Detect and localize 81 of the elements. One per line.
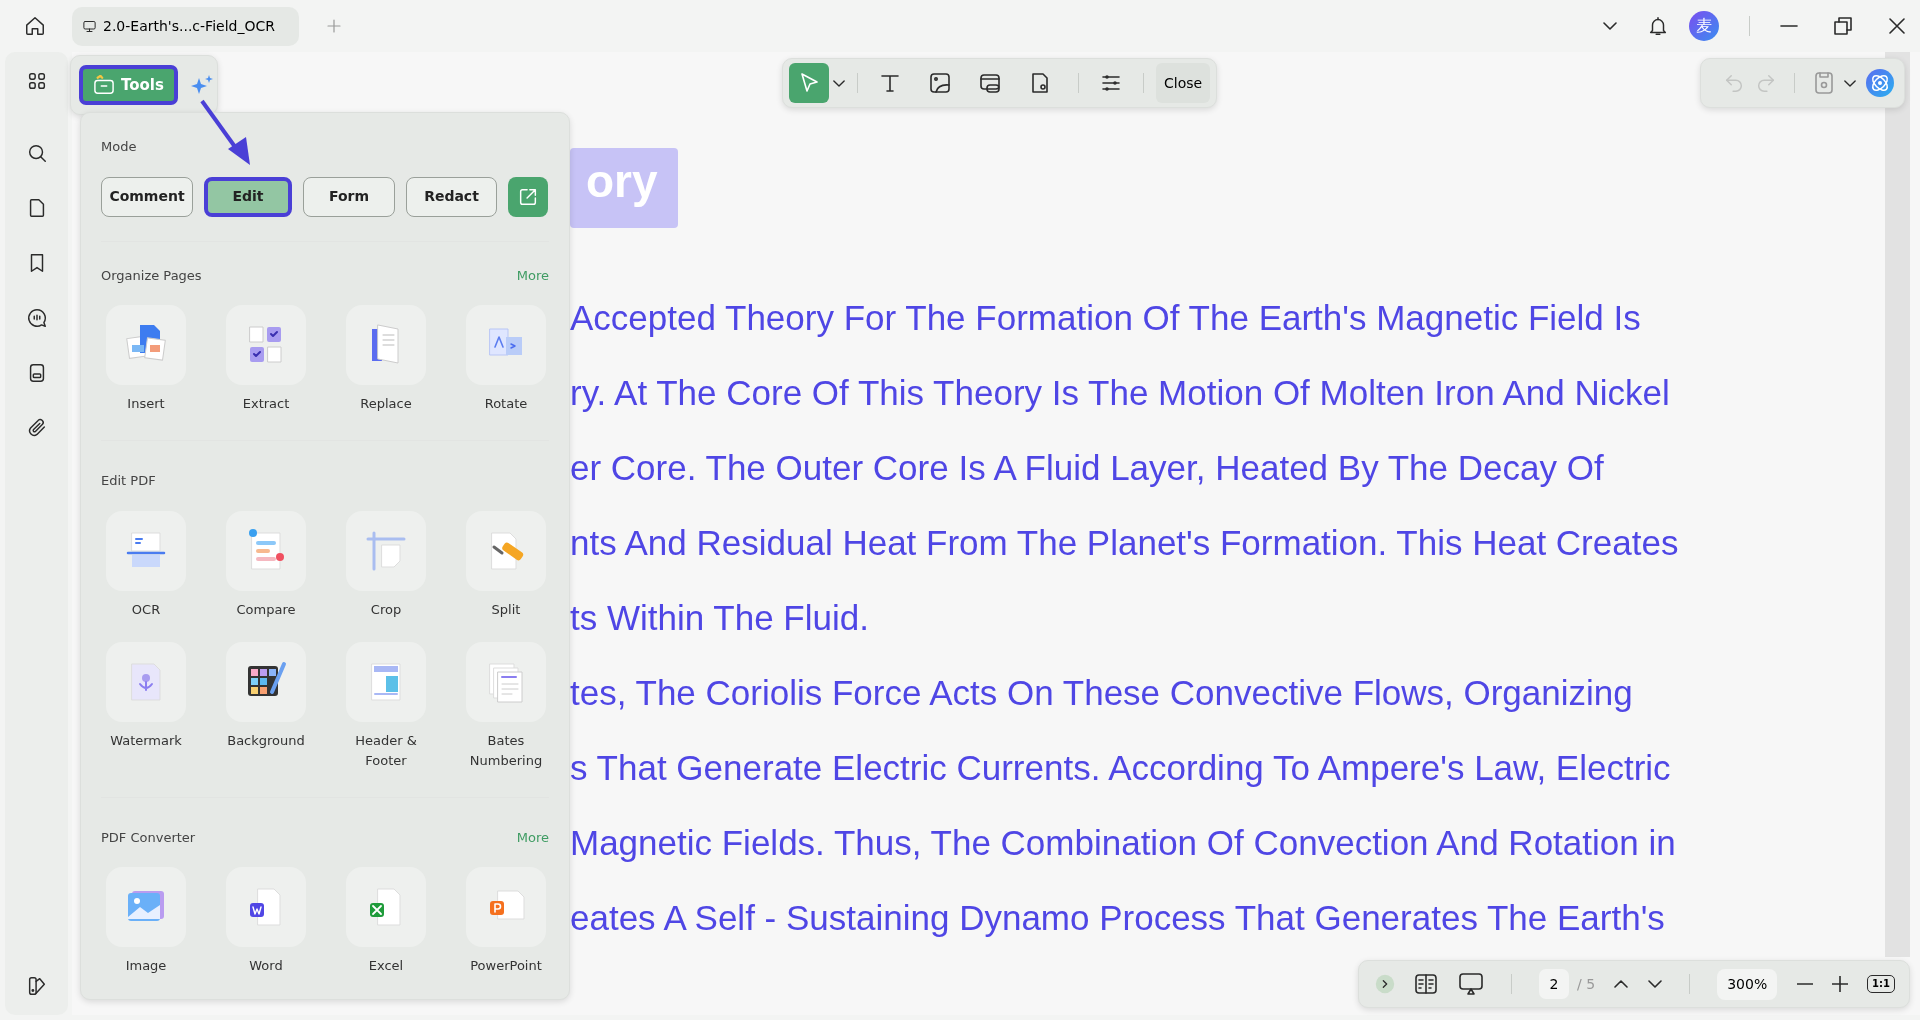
- save-icon: [1812, 71, 1835, 95]
- tool-button[interactable]: OCR: [86, 510, 206, 620]
- chevron-right-icon: [1375, 974, 1395, 994]
- mode-label: Mode: [101, 138, 138, 156]
- tool-button[interactable]: Header & Footer: [326, 641, 446, 771]
- plus-icon: [1831, 976, 1848, 992]
- presentation-button[interactable]: [1457, 972, 1484, 996]
- home-button[interactable]: [24, 15, 46, 37]
- mode-button[interactable]: Comment: [101, 176, 193, 217]
- page-number-field[interactable]: 2: [1539, 969, 1570, 999]
- dropdown-button[interactable]: [1603, 22, 1617, 30]
- tool-button[interactable]: Rotate: [446, 305, 566, 414]
- avatar[interactable]: 麦: [1689, 11, 1719, 41]
- notifications-button[interactable]: [1647, 15, 1669, 37]
- tool-button[interactable]: Word: [206, 867, 326, 976]
- minus-icon: [1796, 983, 1813, 985]
- bell-icon: [1647, 15, 1669, 37]
- monitor-icon: [82, 18, 97, 34]
- tool-button[interactable]: Replace: [326, 305, 446, 414]
- tool-button[interactable]: Split: [446, 510, 566, 620]
- caret-icon: [833, 79, 845, 87]
- tool-dropdown-button[interactable]: [833, 79, 845, 87]
- tool-button[interactable]: Background: [206, 641, 326, 771]
- tool-button[interactable]: Watermark: [86, 641, 206, 771]
- ai-assistant-button[interactable]: [1865, 69, 1894, 97]
- previous-page-button[interactable]: [1614, 980, 1629, 988]
- home-icon: [24, 15, 46, 37]
- tool-button[interactable]: Bates Numbering: [446, 641, 566, 771]
- screen-icon: [1457, 972, 1484, 996]
- tool-button[interactable]: Crop: [326, 510, 446, 620]
- annotation-arrow: [200, 99, 252, 165]
- tool-button[interactable]: Extract: [206, 305, 326, 414]
- zoom-level[interactable]: 300%: [1717, 968, 1778, 1000]
- close-button[interactable]: Close: [1156, 63, 1211, 103]
- ai-assistant-icon: [1865, 69, 1894, 97]
- mode-button[interactable]: Edit: [204, 176, 292, 217]
- document-tab[interactable]: 2.0-Earth's...c-Field_OCR: [72, 6, 299, 46]
- chevron-down-icon: [1647, 980, 1662, 988]
- actual-size-button[interactable]: 1:1: [1867, 975, 1895, 993]
- toolbox-icon: [93, 75, 115, 95]
- document-text-line: s That Generate Electric Currents. According To Ampere's Law, Electric: [570, 747, 1672, 789]
- section-title: Organize Pages: [101, 266, 202, 285]
- chevron-up-icon: [1614, 980, 1629, 988]
- tool-button[interactable]: Excel: [326, 867, 446, 976]
- undo-icon: [1723, 72, 1745, 94]
- minimize-icon: [1780, 25, 1798, 27]
- tool-button[interactable]: Image: [86, 867, 206, 976]
- document-text-line: tes, The Coriolis Force Acts On These Convective Flows, Organizing: [570, 672, 1634, 714]
- document-text-line: Magnetic Fields. Thus, The Combination Of Convection And Rotation in: [570, 822, 1677, 864]
- link-window-icon: [978, 71, 1002, 95]
- chevron-down-icon: [1603, 22, 1617, 30]
- document-text-line: nts And Residual Heat From The Planet's Formation. This Heat Creates: [570, 522, 1680, 564]
- comments-button[interactable]: [25, 307, 48, 329]
- page-total: / 5: [1577, 974, 1596, 994]
- document-heading: ory: [570, 148, 678, 228]
- next-page-button[interactable]: [1647, 980, 1662, 988]
- document-text-line: er Core. The Outer Core Is A Fluid Layer, Heated By The Decay Of: [570, 447, 1605, 489]
- mode-button[interactable]: Form: [303, 176, 395, 217]
- section-title: Edit PDF: [101, 472, 156, 490]
- expand-button[interactable]: [1375, 974, 1395, 994]
- tool-button[interactable]: PowerPoint: [446, 867, 566, 976]
- image-icon: [928, 71, 952, 95]
- tool-button[interactable]: Compare: [206, 510, 326, 620]
- document-text-line: ts Within The Fluid.: [570, 597, 870, 639]
- chat-bubble-icon: [25, 307, 48, 329]
- tool-button[interactable]: Insert: [86, 305, 206, 414]
- export-button[interactable]: [508, 176, 548, 217]
- mode-button[interactable]: Redact: [406, 176, 497, 217]
- scrollbar[interactable]: [1885, 52, 1910, 957]
- section-title: PDF Converter: [101, 828, 196, 847]
- book-icon: [1414, 973, 1439, 995]
- document-text-line: ry. At The Core Of This Theory Is The Motion Of Molten Iron And Nickel: [570, 372, 1671, 414]
- plus-icon: [325, 17, 343, 35]
- page-layout-button[interactable]: [1414, 973, 1439, 995]
- document-text-line: eates A Self - Sustaining Dynamo Process That Generates The Earth's: [570, 897, 1666, 939]
- caret-icon: [1844, 79, 1857, 87]
- save-options-button[interactable]: [1844, 79, 1857, 87]
- zoom-in-button[interactable]: [1831, 976, 1848, 992]
- restore-icon: [1834, 17, 1852, 35]
- close-icon: [1889, 18, 1905, 34]
- document-text-line: Accepted Theory For The Formation Of The Earth's Magnetic Field Is: [570, 297, 1642, 339]
